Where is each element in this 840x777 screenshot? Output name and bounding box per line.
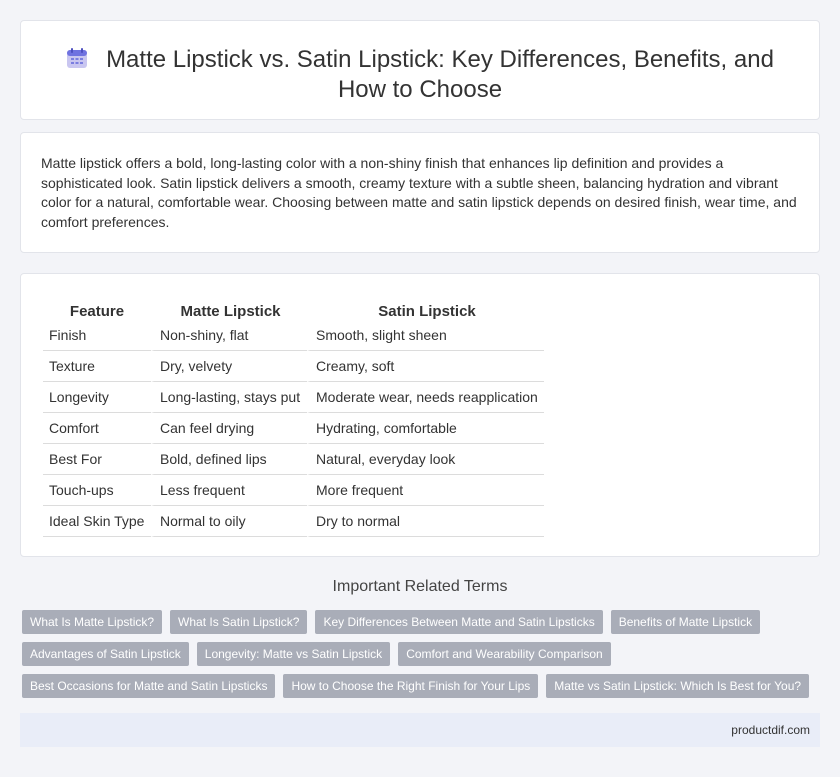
tag-row: Advantages of Satin Lipstick Longevity: …: [22, 642, 822, 666]
header-matte: Matte Lipstick: [151, 294, 307, 320]
tag-row: What Is Matte Lipstick? What Is Satin Li…: [22, 610, 822, 634]
table-cell: Best For: [43, 444, 151, 475]
related-term-link[interactable]: Matte vs Satin Lipstick: Which Is Best f…: [546, 674, 810, 698]
table-cell: Comfort: [43, 413, 151, 444]
table-row: Longevity Long-lasting, stays put Modera…: [43, 382, 544, 413]
calendar-icon: [67, 48, 88, 68]
table-cell: Long-lasting, stays put: [151, 382, 307, 413]
table-cell: Longevity: [43, 382, 151, 413]
comparison-table: Feature Matte Lipstick Satin Lipstick Fi…: [43, 294, 544, 537]
table-row: Best For Bold, defined lips Natural, eve…: [43, 444, 544, 475]
table-cell: Non-shiny, flat: [151, 320, 307, 351]
related-terms-list: What Is Matte Lipstick? What Is Satin Li…: [22, 610, 822, 706]
page-title-text: Matte Lipstick vs. Satin Lipstick: Key D…: [106, 46, 774, 103]
title-card: Matte Lipstick vs. Satin Lipstick: Key D…: [20, 20, 820, 120]
header-satin: Satin Lipstick: [307, 294, 544, 320]
related-term-link[interactable]: What Is Matte Lipstick?: [22, 610, 163, 634]
tag-row: Best Occasions for Matte and Satin Lipst…: [22, 674, 822, 698]
page-title: Matte Lipstick vs. Satin Lipstick: Key D…: [21, 45, 819, 105]
table-cell: Creamy, soft: [307, 351, 544, 382]
table-cell: Dry, velvety: [151, 351, 307, 382]
intro-paragraph: Matte lipstick offers a bold, long-lasti…: [41, 155, 797, 230]
header-feature: Feature: [69, 303, 125, 320]
related-term-link[interactable]: Benefits of Matte Lipstick: [610, 610, 761, 634]
footer-site[interactable]: productdif.com: [731, 723, 810, 737]
table-cell: Normal to oily: [151, 506, 307, 537]
table-cell: Natural, everyday look: [307, 444, 544, 475]
table-row: Comfort Can feel drying Hydrating, comfo…: [43, 413, 544, 444]
table-cell: Smooth, slight sheen: [307, 320, 544, 351]
table-cell: Bold, defined lips: [151, 444, 307, 475]
table-cell: Hydrating, comfortable: [307, 413, 544, 444]
related-term-link[interactable]: How to Choose the Right Finish for Your …: [283, 674, 539, 698]
table-row: Touch-ups Less frequent More frequent: [43, 475, 544, 506]
table-cell: Moderate wear, needs reapplication: [307, 382, 544, 413]
table-cell: Ideal Skin Type: [43, 506, 151, 537]
table-header-row: Feature Matte Lipstick Satin Lipstick: [43, 294, 544, 320]
table-cell: Texture: [43, 351, 151, 382]
table-cell: Finish: [43, 320, 151, 351]
related-terms-heading: Important Related Terms: [332, 578, 508, 595]
table-cell: Less frequent: [151, 475, 307, 506]
comparison-card: Feature Matte Lipstick Satin Lipstick Fi…: [20, 273, 820, 557]
related-term-link[interactable]: What Is Satin Lipstick?: [170, 610, 308, 634]
footer: productdif.com: [20, 713, 820, 747]
related-term-link[interactable]: Best Occasions for Matte and Satin Lipst…: [22, 674, 276, 698]
table-cell: Can feel drying: [151, 413, 307, 444]
related-term-link[interactable]: Longevity: Matte vs Satin Lipstick: [196, 642, 391, 666]
table-cell: Dry to normal: [307, 506, 544, 537]
related-term-link[interactable]: Comfort and Wearability Comparison: [398, 642, 611, 666]
table-cell: Touch-ups: [43, 475, 151, 506]
table-row: Ideal Skin Type Normal to oily Dry to no…: [43, 506, 544, 537]
related-term-link[interactable]: Key Differences Between Matte and Satin …: [315, 610, 603, 634]
table-cell: More frequent: [307, 475, 544, 506]
related-term-link[interactable]: Advantages of Satin Lipstick: [22, 642, 189, 666]
table-row: Finish Non-shiny, flat Smooth, slight sh…: [43, 320, 544, 351]
table-row: Texture Dry, velvety Creamy, soft: [43, 351, 544, 382]
intro-card: Matte lipstick offers a bold, long-lasti…: [20, 132, 820, 253]
